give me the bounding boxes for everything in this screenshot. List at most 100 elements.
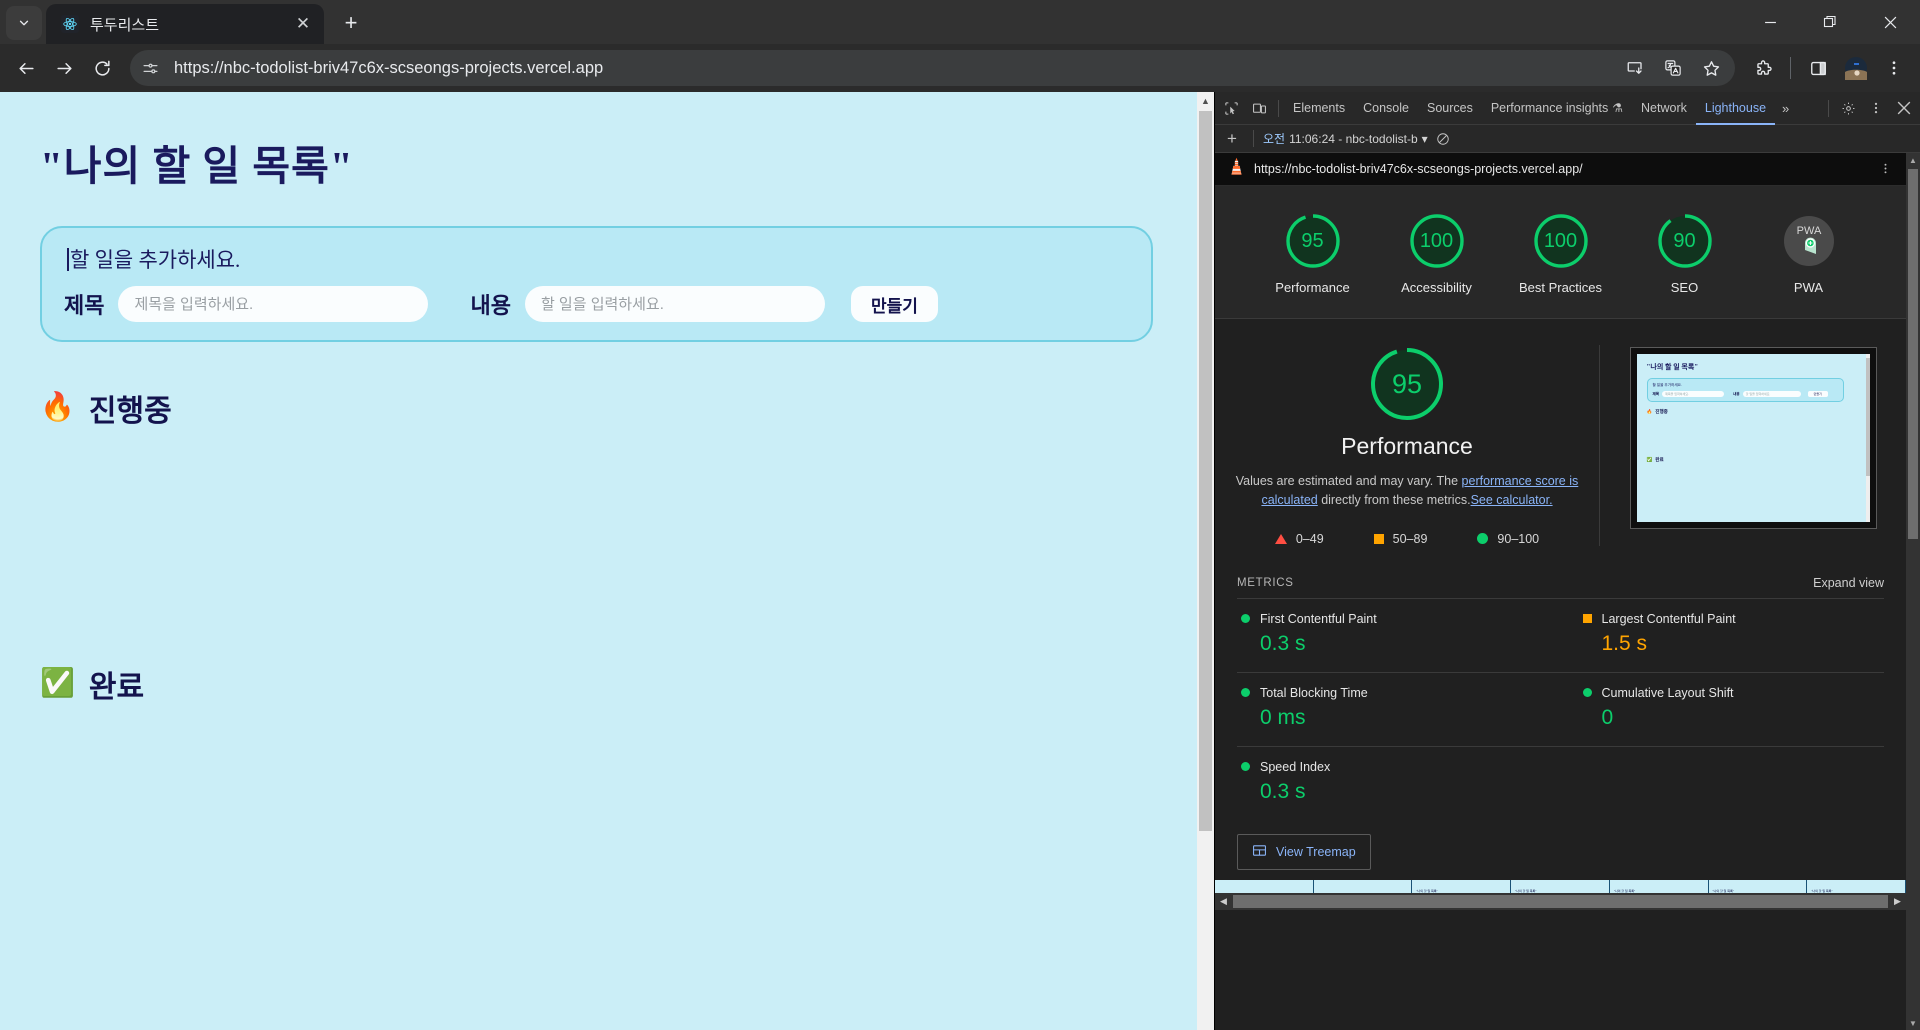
tab-sources[interactable]: Sources <box>1418 92 1482 125</box>
more-tabs-button[interactable]: » <box>1775 101 1796 116</box>
content-and-devtools: "나의 할 일 목록" 할 일을 추가하세요. 제목 내용 만들기 🔥 <box>0 92 1920 1030</box>
minimize-button[interactable] <box>1740 0 1800 44</box>
flask-icon: ⚗ <box>1612 101 1624 115</box>
report-selector[interactable]: 오전 11:06:24 - nbc-todolist-b ▾ <box>1263 130 1428 147</box>
gauge-pwa[interactable]: PWA PWA <box>1764 212 1854 296</box>
new-report-button[interactable]: + <box>1220 128 1244 150</box>
chevron-down-icon: ▾ <box>1421 131 1428 146</box>
maximize-restore-button[interactable] <box>1800 0 1860 44</box>
star-icon[interactable] <box>1693 50 1729 86</box>
metric-largest-contentful-paint[interactable]: Largest Contentful Paint 1.5 s <box>1560 597 1884 672</box>
tab-search-button[interactable] <box>6 6 42 40</box>
scroll-thumb[interactable] <box>1199 111 1212 831</box>
final-screenshot: "나의 할 일 목록" 할 일을 추가하세요. 제목 제목을 입력하세요. 내용… <box>1600 345 1906 546</box>
check-mark-emoji: ✅ <box>1646 457 1653 463</box>
circle-icon <box>1477 533 1489 545</box>
devtools-panel: Elements Console Sources Performance ins… <box>1214 92 1920 1030</box>
metric-value: 0.3 s <box>1260 779 1306 803</box>
address-bar[interactable]: https://nbc-todolist-briv47c6x-scseongs-… <box>130 50 1735 86</box>
desc-mid: directly from these metrics. <box>1317 493 1471 507</box>
gauge-score: 90 <box>1673 229 1696 252</box>
devtools-tabbar: Elements Console Sources Performance ins… <box>1215 92 1920 125</box>
see-calculator-link[interactable]: See calculator. <box>1471 493 1553 507</box>
omnibox-actions <box>1617 50 1729 86</box>
devtools-horizontal-scrollbar[interactable]: ◀ ▶ <box>1215 892 1906 910</box>
close-icon[interactable]: ✕ <box>290 11 316 37</box>
metric-value: 0 <box>1601 705 1614 729</box>
device-toolbar-icon[interactable] <box>1245 95 1273 121</box>
tab-console[interactable]: Console <box>1354 92 1418 125</box>
metric-label: Largest Contentful Paint <box>1601 611 1736 626</box>
lighthouse-icon <box>1229 157 1244 181</box>
desc-pre: Values are estimated and may vary. The <box>1235 474 1462 489</box>
square-icon <box>1373 533 1384 544</box>
kebab-menu-icon[interactable] <box>1862 95 1890 121</box>
browser-tab[interactable]: 투두리스트 ✕ <box>46 4 324 44</box>
translate-icon[interactable] <box>1655 50 1691 86</box>
metric-value: 0.3 s <box>1260 631 1306 655</box>
url-text[interactable]: https://nbc-todolist-briv47c6x-scseongs-… <box>174 59 1607 78</box>
thumb-hint: 할 일을 추가하세요. <box>1652 383 1682 388</box>
lighthouse-report-bar: + 오전 11:06:24 - nbc-todolist-b ▾ <box>1215 125 1920 153</box>
horizontal-scroll-thumb[interactable] <box>1233 894 1888 908</box>
gear-icon[interactable] <box>1834 95 1862 121</box>
gauge-score: 95 <box>1301 229 1324 252</box>
status-circle-icon <box>1582 688 1592 698</box>
filmstrip-frame: "나의 할 일 목록" <box>1412 879 1512 893</box>
install-app-icon[interactable] <box>1617 50 1653 86</box>
scroll-right-arrow[interactable]: ▶ <box>1889 893 1906 910</box>
forward-button[interactable] <box>46 50 82 86</box>
page-settings-icon[interactable] <box>136 54 164 82</box>
vertical-scroll-thumb[interactable] <box>1908 169 1918 539</box>
reload-button[interactable] <box>84 50 120 86</box>
gauge-accessibility[interactable]: 100 Accessibility <box>1392 212 1482 296</box>
metric-first-contentful-paint[interactable]: First Contentful Paint 0.3 s <box>1237 597 1561 672</box>
scroll-up-arrow[interactable]: ▲ <box>1906 153 1920 167</box>
scroll-left-arrow[interactable]: ◀ <box>1215 893 1232 910</box>
kebab-menu-icon[interactable] <box>1876 50 1912 86</box>
tab-performance-insights[interactable]: Performance insights ⚗ <box>1482 92 1632 125</box>
clear-report-icon[interactable] <box>1432 128 1454 150</box>
thumb-done-label: 완료 <box>1655 457 1664 463</box>
kebab-menu-icon[interactable] <box>1879 162 1892 177</box>
metric-cumulative-layout-shift[interactable]: Cumulative Layout Shift 0 <box>1560 671 1884 746</box>
scroll-down-arrow[interactable]: ▼ <box>1906 1016 1920 1030</box>
scroll-up-arrow[interactable]: ▲ <box>1197 92 1214 109</box>
gauge-ring: 100 <box>1532 212 1590 270</box>
triangle-icon <box>1274 533 1287 544</box>
back-button[interactable] <box>8 50 44 86</box>
metrics-header-row: METRICS Expand view <box>1237 570 1884 598</box>
window-controls <box>1740 0 1920 44</box>
tab-network[interactable]: Network <box>1632 92 1696 125</box>
avatar[interactable] <box>1838 50 1874 86</box>
tab-elements[interactable]: Elements <box>1284 92 1354 125</box>
report-name: 11:06:24 - nbc-todolist-b <box>1289 131 1418 146</box>
gauge-best-practices[interactable]: 100 Best Practices <box>1516 212 1606 296</box>
devtools-vertical-scrollbar[interactable]: ▲ ▼ <box>1906 153 1920 1030</box>
close-window-button[interactable] <box>1860 0 1920 44</box>
metric-total-blocking-time[interactable]: Total Blocking Time 0 ms <box>1237 671 1561 746</box>
thumb-submit-button: 만들기 <box>1807 391 1828 398</box>
page-viewport: "나의 할 일 목록" 할 일을 추가하세요. 제목 내용 만들기 🔥 <box>0 92 1214 1030</box>
close-icon[interactable] <box>1890 95 1918 121</box>
gauge-seo[interactable]: 90 SEO <box>1640 212 1730 296</box>
gauge-ring: 95 <box>1284 212 1342 270</box>
inspect-element-icon[interactable] <box>1217 95 1245 121</box>
create-todo-button[interactable]: 만들기 <box>850 286 938 322</box>
text-caret <box>67 248 69 271</box>
extensions-puzzle-icon[interactable] <box>1745 50 1781 86</box>
tab-lighthouse[interactable]: Lighthouse <box>1696 92 1775 125</box>
metric-speed-index[interactable]: Speed Index 0.3 s <box>1237 745 1561 820</box>
expand-view-button[interactable]: Expand view <box>1813 576 1884 590</box>
metrics-header: METRICS <box>1237 576 1294 589</box>
title-input[interactable] <box>118 286 429 322</box>
thumb-form-card: 할 일을 추가하세요. 제목 제목을 입력하세요. 내용 할 일을 입력하세요.… <box>1646 378 1845 403</box>
side-panel-icon[interactable] <box>1800 50 1836 86</box>
gauge-performance[interactable]: 95 Performance <box>1268 212 1358 296</box>
page-scrollbar[interactable]: ▲ <box>1197 92 1214 1030</box>
view-treemap-button[interactable]: View Treemap <box>1237 833 1371 870</box>
new-tab-button[interactable]: + <box>334 6 368 40</box>
tabbar-divider <box>1278 99 1279 117</box>
body-input[interactable] <box>524 286 825 322</box>
status-circle-icon <box>1241 614 1250 624</box>
